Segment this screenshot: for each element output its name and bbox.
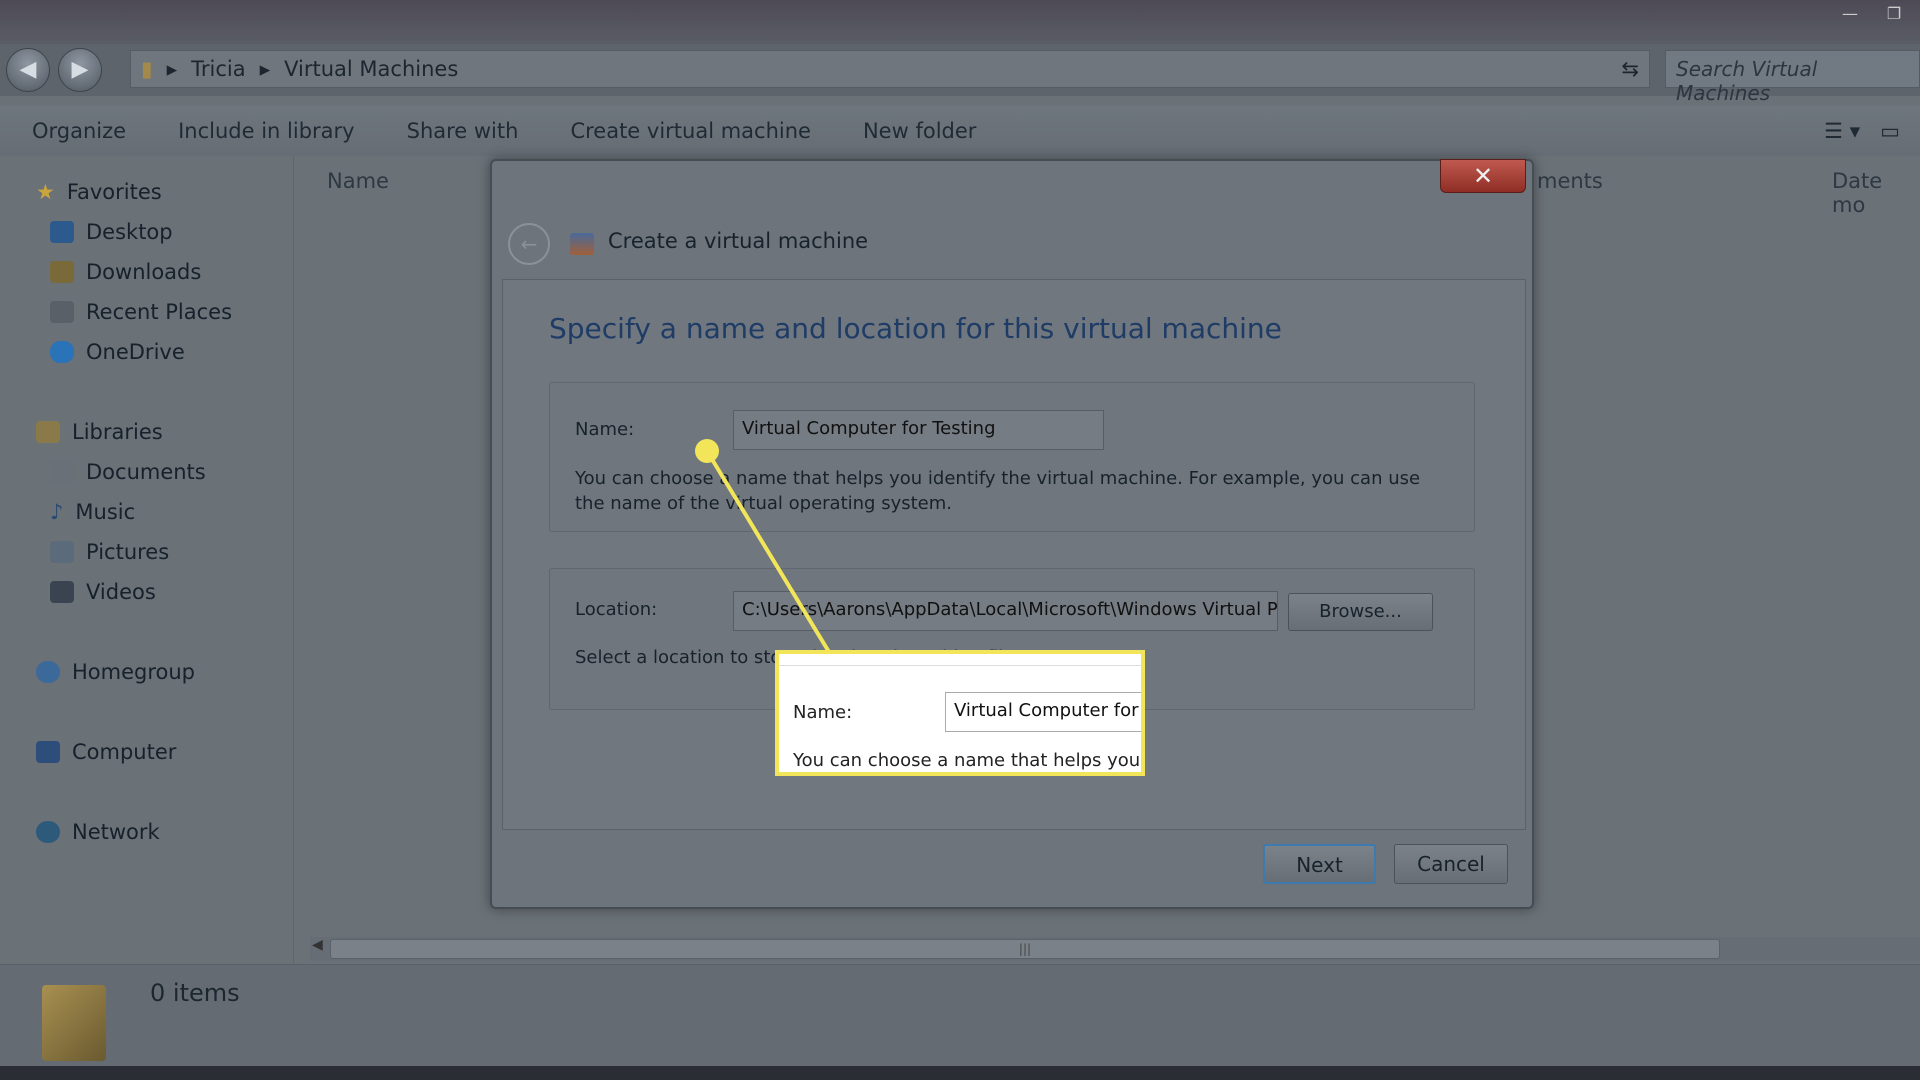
scroll-left-icon[interactable]: ◀ xyxy=(312,937,323,953)
zoom-callout: Name: Virtual Computer for Te You can ch… xyxy=(775,650,1145,776)
callout-name-label: Name: xyxy=(793,702,853,723)
callout-dot xyxy=(695,439,719,463)
folder-icon xyxy=(42,985,106,1061)
scrollbar-thumb[interactable]: ||| xyxy=(330,939,1720,959)
callout-line xyxy=(705,449,831,654)
callout-pointer xyxy=(695,439,831,654)
horizontal-scrollbar[interactable]: ◀ ||| xyxy=(310,937,1920,961)
details-pane: 0 items xyxy=(0,964,1920,1066)
callout-name-input: Virtual Computer for Te xyxy=(945,692,1141,732)
item-count: 0 items xyxy=(150,979,240,1007)
callout-help-text: You can choose a name that helps you ide xyxy=(793,750,1145,771)
taskbar xyxy=(0,1066,1920,1080)
